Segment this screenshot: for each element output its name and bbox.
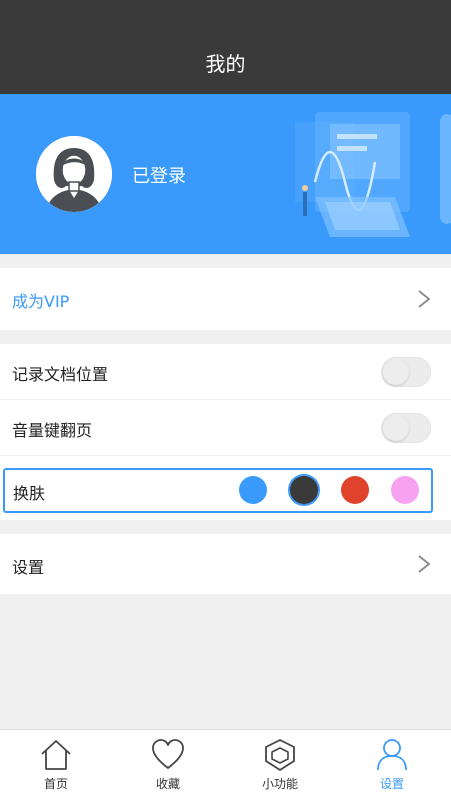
user-icon	[377, 739, 407, 771]
skin-swatch-red[interactable]	[341, 476, 369, 504]
record-position-toggle[interactable]	[381, 357, 431, 387]
record-position-label: 记录文档位置	[12, 365, 109, 384]
user-avatar-icon	[36, 136, 112, 212]
skin-swatch-dark[interactable]	[290, 476, 318, 504]
heart-icon	[152, 739, 184, 769]
toggle-knob	[383, 359, 409, 385]
home-icon	[41, 740, 71, 770]
login-status: 已登录	[132, 166, 186, 187]
page-title: 我的	[205, 52, 246, 76]
bottom-tab-bar: 首页 收藏 小功能 设置	[0, 729, 451, 801]
tab-settings[interactable]: 设置	[336, 730, 448, 801]
settings-label: 设置	[12, 558, 45, 577]
record-position-row: 记录文档位置	[0, 344, 451, 400]
tab-home-label: 首页	[43, 777, 68, 791]
avatar[interactable]	[36, 136, 112, 212]
tab-home[interactable]: 首页	[0, 730, 112, 801]
settings-row[interactable]: 设置	[0, 534, 451, 594]
profile-banner: 已登录	[0, 94, 451, 254]
tab-tools[interactable]: 小功能	[224, 730, 336, 801]
volume-flip-label: 音量键翻页	[12, 421, 93, 440]
skin-swatch-blue[interactable]	[239, 476, 267, 504]
tab-tools-label: 小功能	[261, 777, 298, 791]
become-vip-row[interactable]: 成为VIP	[0, 268, 451, 330]
tab-settings-label: 设置	[379, 777, 404, 791]
skin-swatch-pink[interactable]	[391, 476, 419, 504]
volume-flip-toggle[interactable]	[381, 413, 431, 443]
tab-favorites-label: 收藏	[155, 777, 180, 791]
tab-favorites[interactable]: 收藏	[112, 730, 224, 801]
vip-label: 成为VIP	[12, 292, 70, 311]
banner-illustration-icon	[295, 112, 451, 237]
chevron-right-icon	[418, 555, 431, 573]
volume-flip-row: 音量键翻页	[0, 400, 451, 456]
shield-icon	[265, 739, 295, 771]
chevron-right-icon	[418, 290, 431, 308]
skin-label: 换肤	[13, 484, 46, 503]
top-bar: 我的	[0, 0, 451, 94]
options-group: 记录文档位置 音量键翻页 换肤	[0, 344, 451, 520]
toggle-knob	[383, 415, 409, 441]
skin-selector: 换肤	[3, 468, 433, 513]
